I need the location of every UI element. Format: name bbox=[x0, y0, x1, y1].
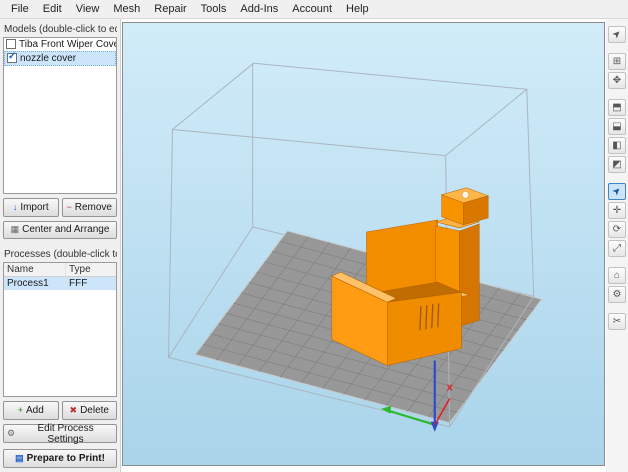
edit-gear-icon: ⚙ bbox=[7, 428, 16, 439]
delete-x-icon: ✖ bbox=[69, 405, 78, 416]
process-type: FFF bbox=[69, 277, 88, 289]
center-arrange-button[interactable]: ▦ Center and Arrange bbox=[3, 220, 117, 240]
process-name: Process1 bbox=[4, 276, 66, 290]
menu-file[interactable]: File bbox=[4, 1, 36, 17]
menu-repair[interactable]: Repair bbox=[147, 1, 193, 17]
right-toolbar: ➤ ⊞ ✥ ⬒ ⬓ ◧ ◩ ➤ ✛ ⟳ ⤢ ⌂ ⚙ ✂ bbox=[606, 19, 628, 472]
delete-button-label: Delete bbox=[80, 405, 109, 417]
printer-icon: ▤ bbox=[15, 453, 24, 464]
remove-minus-icon: − bbox=[66, 201, 72, 212]
column-header-type: Type bbox=[69, 263, 91, 275]
menu-mesh[interactable]: Mesh bbox=[106, 1, 147, 17]
menu-edit[interactable]: Edit bbox=[36, 1, 69, 17]
processes-table[interactable]: Name Type Process1 FFF bbox=[3, 261, 117, 398]
pan-view-icon[interactable]: ✥ bbox=[608, 72, 626, 89]
menu-view[interactable]: View bbox=[69, 1, 107, 17]
prepare-to-print-button[interactable]: ▤ Prepare to Print! bbox=[3, 449, 117, 469]
model-list-item[interactable]: nozzle cover bbox=[4, 50, 116, 66]
prepare-to-print-label: Prepare to Print! bbox=[26, 453, 105, 465]
center-arrange-icon: ▦ bbox=[10, 224, 20, 235]
processes-section-title: Processes (double-click to edit) bbox=[4, 249, 117, 261]
rotate-tool-icon[interactable]: ⟳ bbox=[608, 221, 626, 238]
menu-help[interactable]: Help bbox=[339, 1, 376, 17]
process-row[interactable]: Process1 FFF bbox=[4, 276, 116, 290]
processes-table-header: Name Type bbox=[4, 262, 116, 277]
cube-side-view-icon[interactable]: ◧ bbox=[608, 137, 626, 154]
center-arrange-label: Center and Arrange bbox=[22, 224, 110, 236]
add-plus-icon: + bbox=[17, 405, 23, 416]
model-label: nozzle cover bbox=[20, 52, 77, 64]
viewport-3d[interactable]: x bbox=[122, 22, 605, 466]
menu-tools[interactable]: Tools bbox=[194, 1, 234, 17]
viewport-scene: x bbox=[123, 23, 604, 465]
add-process-button[interactable]: + Add bbox=[3, 401, 59, 421]
menu-bar: File Edit View Mesh Repair Tools Add-Ins… bbox=[0, 0, 628, 19]
remove-button[interactable]: − Remove bbox=[61, 197, 117, 217]
cube-top-view-icon[interactable]: ⬒ bbox=[608, 99, 626, 116]
edit-process-settings-button[interactable]: ⚙ Edit Process Settings bbox=[3, 422, 117, 445]
cross-section-icon[interactable]: ✂ bbox=[608, 313, 626, 330]
support-tool-icon[interactable]: ⌂ bbox=[608, 267, 626, 284]
cursor-tool-icon[interactable]: ➤ bbox=[608, 183, 626, 200]
move-tool-icon[interactable]: ✛ bbox=[608, 202, 626, 219]
column-header-name: Name bbox=[4, 262, 66, 276]
edit-process-settings-label: Edit Process Settings bbox=[37, 422, 94, 445]
left-sidebar: Models (double-click to edit) Tiba Front… bbox=[0, 19, 121, 472]
import-arrow-icon: ↓ bbox=[12, 201, 18, 212]
cube-front-view-icon[interactable]: ⬓ bbox=[608, 118, 626, 135]
model-visibility-checkbox-checked[interactable] bbox=[7, 52, 17, 64]
model-list-item[interactable]: Tiba Front Wiper Cover.STL bbox=[4, 38, 116, 51]
app-window: File Edit View Mesh Repair Tools Add-Ins… bbox=[0, 0, 628, 472]
fit-view-icon[interactable]: ⊞ bbox=[608, 53, 626, 70]
model-label: Tiba Front Wiper Cover.STL bbox=[19, 38, 116, 50]
select-arrow-icon[interactable]: ➤ bbox=[608, 26, 626, 43]
models-list[interactable]: Tiba Front Wiper Cover.STL nozzle cover bbox=[3, 36, 117, 194]
add-button-label: Add bbox=[25, 405, 44, 417]
menu-addins[interactable]: Add-Ins bbox=[233, 1, 285, 17]
x-axis-label: x bbox=[447, 382, 454, 394]
settings-gear-icon[interactable]: ⚙ bbox=[608, 286, 626, 303]
import-button-label: Import bbox=[20, 201, 49, 213]
remove-button-label: Remove bbox=[74, 201, 112, 213]
scale-tool-icon[interactable]: ⤢ bbox=[608, 240, 626, 257]
menu-account[interactable]: Account bbox=[285, 1, 339, 17]
delete-process-button[interactable]: ✖ Delete bbox=[61, 401, 117, 421]
cube-iso-view-icon[interactable]: ◩ bbox=[608, 156, 626, 173]
import-button[interactable]: ↓ Import bbox=[3, 197, 59, 217]
model-visibility-checkbox[interactable] bbox=[6, 39, 16, 50]
models-section-title: Models (double-click to edit) bbox=[4, 24, 117, 35]
